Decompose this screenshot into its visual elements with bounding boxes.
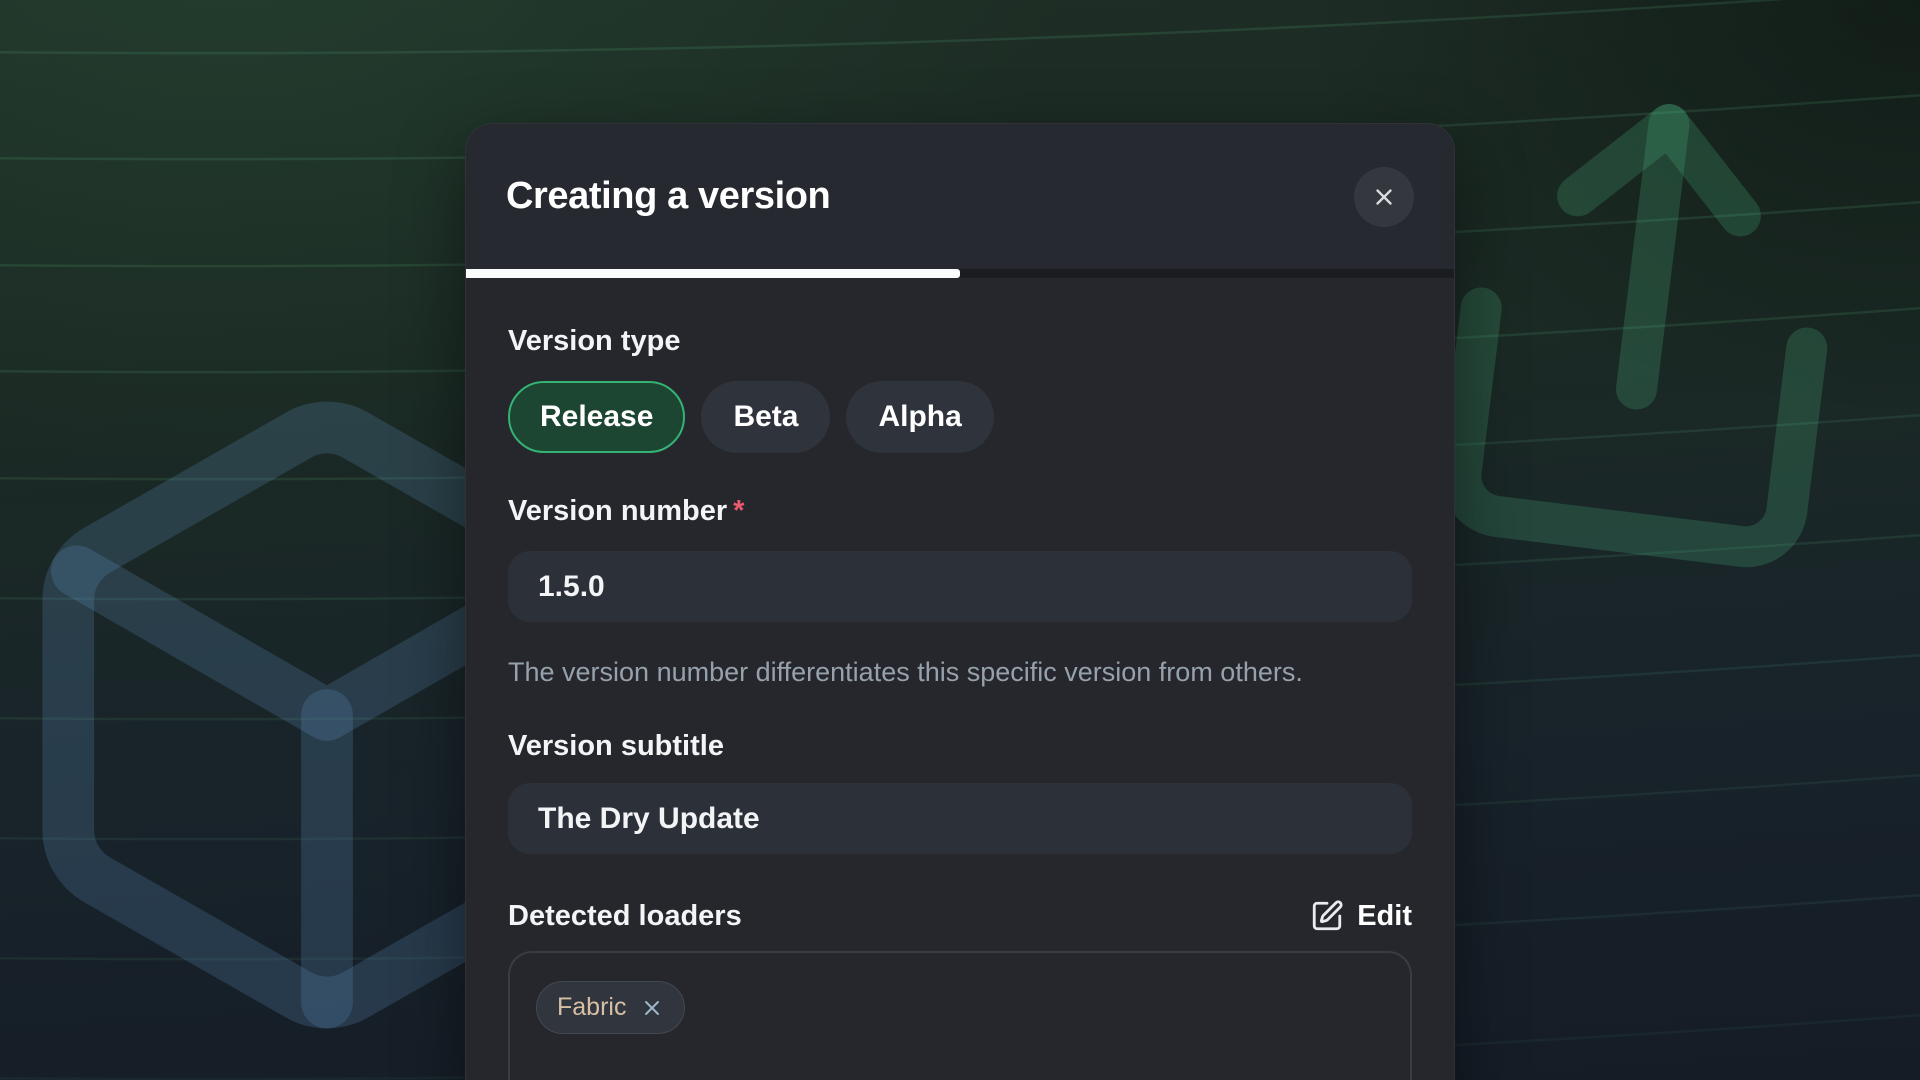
version-number-label-text: Version number xyxy=(508,495,727,527)
screen: Creating a version Version type Release … xyxy=(0,0,1920,1080)
chip-remove-x-icon xyxy=(640,996,664,1020)
version-number-help: The version number differentiates this s… xyxy=(508,649,1368,695)
close-button[interactable] xyxy=(1354,167,1414,227)
required-asterisk: * xyxy=(733,495,744,527)
version-type-option-alpha[interactable]: Alpha xyxy=(846,381,993,453)
square-pen-icon xyxy=(1310,899,1344,933)
close-icon xyxy=(1371,184,1397,210)
version-subtitle-input[interactable] xyxy=(508,783,1412,854)
version-type-option-beta[interactable]: Beta xyxy=(701,381,830,453)
progress-fill xyxy=(466,269,960,278)
version-type-option-release[interactable]: Release xyxy=(508,381,685,453)
create-version-modal: Creating a version Version type Release … xyxy=(465,123,1455,1080)
chip-remove-button[interactable] xyxy=(640,996,664,1020)
loader-chip-label: Fabric xyxy=(557,993,626,1022)
version-subtitle-label: Version subtitle xyxy=(508,729,1412,763)
detected-loaders-box: Fabric xyxy=(508,951,1412,1080)
version-type-options: Release Beta Alpha xyxy=(508,381,1412,453)
loader-chip-fabric: Fabric xyxy=(536,981,685,1034)
version-number-input[interactable] xyxy=(508,551,1412,622)
modal-header: Creating a version xyxy=(466,124,1454,269)
version-type-label: Version type xyxy=(508,324,1412,358)
modal-title: Creating a version xyxy=(506,175,830,218)
edit-loaders-button[interactable]: Edit xyxy=(1310,899,1412,933)
edit-label: Edit xyxy=(1357,900,1412,933)
progress-bar xyxy=(466,269,1454,278)
detected-loaders-row: Detected loaders Edit xyxy=(508,899,1412,933)
detected-loaders-label: Detected loaders xyxy=(508,899,742,933)
version-number-label: Version number* xyxy=(508,494,1412,528)
modal-body: Version type Release Beta Alpha Version … xyxy=(466,278,1454,1080)
